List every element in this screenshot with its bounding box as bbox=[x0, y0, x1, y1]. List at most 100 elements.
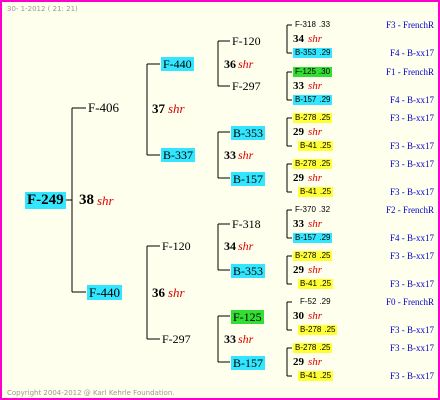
gen2-shr-2: shr bbox=[238, 239, 254, 253]
gen3-num-0: 34 bbox=[293, 33, 304, 45]
gen3-num-5: 29 bbox=[293, 264, 304, 276]
gen4-name: F-125 bbox=[295, 67, 316, 76]
gen4-year: .32 bbox=[318, 205, 331, 214]
gen4-year: .33 bbox=[318, 20, 331, 29]
gen4-entry: B-41.25 bbox=[298, 187, 334, 197]
gen4-year: .25 bbox=[319, 371, 332, 380]
gen3-num-4: 33 bbox=[293, 218, 304, 230]
gen3-name-3: B-157 bbox=[231, 172, 265, 186]
gen4-origin: F3 - B-xx17 bbox=[389, 251, 434, 261]
gen4-origin: F3 - B-xx17 bbox=[389, 343, 434, 353]
gen4-entry: B-278.25 bbox=[293, 251, 333, 261]
gen4-year: .30 bbox=[318, 67, 331, 76]
gen4-name: B-353 bbox=[295, 48, 317, 57]
gen4-name: B-278 bbox=[295, 343, 317, 352]
gen4-entry: F-318.33 bbox=[293, 20, 332, 30]
header-timestamp: 30- 1-2012 ( 21: 21) bbox=[7, 5, 78, 13]
gen4-name: B-41 bbox=[300, 279, 317, 288]
gen4-origin: F4 - B-xx17 bbox=[389, 233, 434, 243]
gen3-shr-2: shr bbox=[308, 126, 323, 138]
gen4-name: B-278 bbox=[300, 325, 322, 334]
gen2-name-1: B-337 bbox=[161, 148, 195, 162]
gen3-name-0: F-120 bbox=[232, 34, 261, 48]
gen4-year: .25 bbox=[319, 279, 332, 288]
gen4-year: .29 bbox=[319, 48, 331, 57]
gen3-name-4: F-318 bbox=[232, 217, 261, 231]
gen4-entry: F-125.30 bbox=[293, 67, 333, 77]
gen4-origin: F2 - FrenchR bbox=[386, 205, 434, 215]
gen3-shr-0: shr bbox=[308, 33, 323, 45]
gen4-entry: B-157.29 bbox=[293, 233, 333, 243]
gen1-name-1: F-440 bbox=[87, 285, 123, 300]
gen1-num-1: 36 bbox=[152, 285, 165, 300]
gen3-shr-4: shr bbox=[308, 218, 323, 230]
gen4-name: B-41 bbox=[300, 141, 317, 150]
gen3-num-6: 30 bbox=[293, 310, 304, 322]
gen4-origin: F3 - B-xx17 bbox=[389, 159, 434, 169]
gen3-name-6: F-125 bbox=[231, 310, 264, 324]
gen4-name: F-52 bbox=[300, 297, 317, 306]
gen1-num-0: 37 bbox=[152, 101, 165, 116]
gen4-year: .29 bbox=[319, 297, 331, 306]
gen4-name: B-278 bbox=[295, 251, 317, 260]
gen2-num-3: 33 bbox=[224, 332, 236, 346]
gen3-shr-5: shr bbox=[308, 264, 323, 276]
gen3-name-1: F-297 bbox=[232, 79, 261, 93]
gen3-shr-1: shr bbox=[308, 80, 323, 92]
gen2-num-1: 33 bbox=[224, 148, 236, 162]
gen4-origin: F3 - B-xx17 bbox=[389, 141, 434, 151]
gen4-year: .25 bbox=[319, 343, 331, 352]
gen4-origin: F3 - B-xx17 bbox=[389, 371, 434, 381]
gen4-year: .25 bbox=[319, 187, 332, 196]
gen4-origin: F3 - FrenchR bbox=[386, 20, 434, 30]
gen3-shr-3: shr bbox=[308, 172, 323, 184]
root-num: 38 bbox=[79, 192, 94, 208]
gen2-num-0: 36 bbox=[224, 57, 236, 71]
gen2-shr-1: shr bbox=[238, 148, 254, 162]
gen4-origin: F3 - B-xx17 bbox=[389, 279, 434, 289]
gen4-year: .25 bbox=[319, 113, 331, 122]
gen4-entry: B-278.25 bbox=[293, 159, 333, 169]
gen4-name: B-41 bbox=[300, 371, 317, 380]
gen3-num-3: 29 bbox=[293, 172, 304, 184]
gen4-name: B-41 bbox=[300, 187, 317, 196]
gen2-shr-3: shr bbox=[238, 332, 254, 346]
gen4-origin: F0 - FrenchR bbox=[386, 297, 434, 307]
gen2-num-2: 34 bbox=[224, 239, 236, 253]
gen4-year: .25 bbox=[319, 141, 332, 150]
gen4-name: B-157 bbox=[295, 233, 317, 242]
root-shr: shr bbox=[97, 193, 114, 208]
gen4-origin: F3 - B-xx17 bbox=[389, 325, 434, 335]
gen3-num-7: 29 bbox=[293, 356, 304, 368]
gen3-num-2: 29 bbox=[293, 126, 304, 138]
gen4-entry: B-41.25 bbox=[298, 371, 334, 381]
gen4-name: F-370 bbox=[295, 205, 316, 214]
gen4-year: .25 bbox=[324, 325, 336, 334]
gen4-origin: F4 - B-xx17 bbox=[389, 48, 434, 58]
gen4-entry: B-157.29 bbox=[293, 95, 333, 105]
gen4-entry: F-52.29 bbox=[298, 297, 333, 307]
gen4-entry: B-353.29 bbox=[293, 48, 333, 58]
gen4-name: B-278 bbox=[295, 113, 317, 122]
gen4-origin: F1 - FrenchR bbox=[386, 67, 434, 77]
gen3-shr-6: shr bbox=[308, 310, 323, 322]
gen4-origin: F3 - B-xx17 bbox=[389, 187, 434, 197]
gen4-name: B-157 bbox=[295, 95, 317, 104]
gen4-origin: F3 - B-xx17 bbox=[389, 113, 434, 123]
gen2-name-2: F-120 bbox=[162, 239, 191, 253]
gen4-year: .25 bbox=[319, 251, 331, 260]
gen3-name-2: B-353 bbox=[231, 126, 265, 140]
gen1-shr-1: shr bbox=[168, 285, 185, 300]
gen4-year: .25 bbox=[319, 159, 331, 168]
root-name: F-249 bbox=[25, 192, 66, 209]
gen4-origin: F4 - B-xx17 bbox=[389, 95, 434, 105]
footer-copyright: Copyright 2004-2012 @ Karl Kehrle Founda… bbox=[7, 389, 175, 397]
pedigree-frame: 30- 1-2012 ( 21: 21) F-249 38 shr F-406 … bbox=[0, 0, 440, 400]
gen4-name: F-318 bbox=[295, 20, 316, 29]
gen4-entry: B-278.25 bbox=[293, 113, 333, 123]
gen3-shr-7: shr bbox=[308, 356, 323, 368]
gen1-name-0: F-406 bbox=[88, 100, 120, 115]
gen4-year: .29 bbox=[319, 95, 331, 104]
gen3-name-5: B-353 bbox=[231, 264, 265, 278]
gen2-shr-0: shr bbox=[238, 57, 254, 71]
